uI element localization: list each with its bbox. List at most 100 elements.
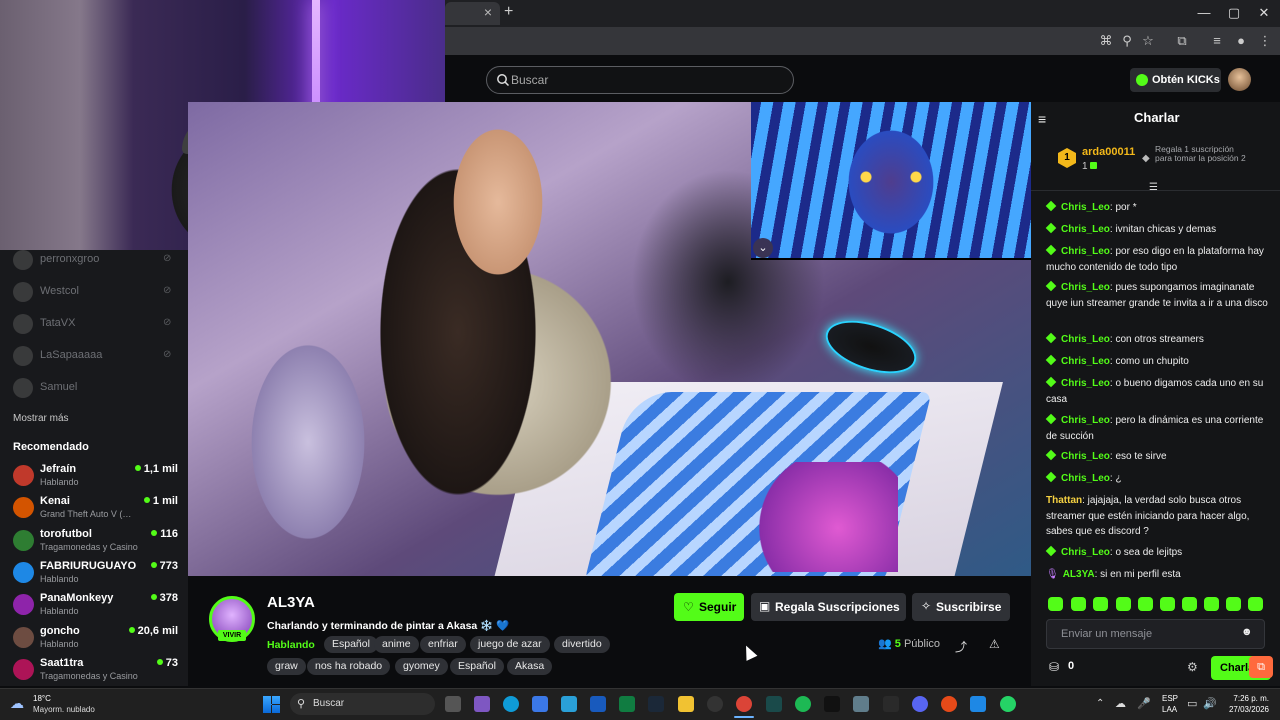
photos-icon[interactable]	[561, 696, 577, 712]
tag[interactable]: juego de azar	[470, 636, 550, 653]
emote[interactable]	[1071, 597, 1086, 611]
collapse-chat-icon[interactable]: ≡	[1038, 111, 1046, 127]
sidebar-channel[interactable]: LaSapaaaaa ⊘	[13, 346, 183, 366]
tiktok-icon[interactable]	[824, 696, 840, 712]
recommended-item[interactable]: Saat1tra Tragamonedas y Casino 73	[13, 657, 178, 687]
zoom-icon[interactable]: ⚲	[1119, 33, 1135, 49]
browser-tab-bar	[445, 0, 1280, 27]
weather-icon[interactable]: ☁	[10, 695, 24, 712]
recommended-item[interactable]: torofutbol Tragamonedas y Casino 116	[13, 528, 178, 558]
video-player[interactable]: ⌄	[188, 102, 1031, 576]
show-more-link[interactable]: Mostrar más	[13, 413, 69, 424]
emote[interactable]	[1160, 597, 1175, 611]
spotify-icon[interactable]	[795, 696, 811, 712]
tray-overflow-icon[interactable]: ⌃	[1096, 698, 1104, 709]
recommended-item[interactable]: goncho Hablando 20,6 mil	[13, 625, 178, 655]
task-view-icon[interactable]	[445, 696, 461, 712]
settings-app-icon[interactable]	[853, 696, 869, 712]
gear-icon[interactable]: ⚙	[1187, 660, 1198, 674]
pinned-toggle-icon[interactable]: ☰	[1149, 182, 1158, 193]
profile-avatar-icon[interactable]: ●	[1233, 33, 1249, 49]
stream-category[interactable]: Hablando	[267, 639, 315, 651]
emote[interactable]	[1226, 597, 1241, 611]
tab-close-icon[interactable]: ×	[481, 4, 495, 20]
steam-icon[interactable]	[648, 696, 664, 712]
tag[interactable]: divertido	[554, 636, 610, 653]
users-icon: 👥	[878, 638, 892, 650]
user-avatar[interactable]	[1228, 68, 1251, 91]
microphone-icon[interactable]: 🎤	[1137, 697, 1151, 710]
tag[interactable]: Español	[324, 636, 378, 653]
search-input[interactable]: Buscar	[511, 73, 548, 87]
sidebar-channel[interactable]: Samuel	[13, 378, 183, 398]
chat-message: Thattan: jajajaja, la verdad solo busca …	[1046, 495, 1250, 537]
extensions-icon[interactable]: ⧉	[1174, 33, 1190, 49]
tag[interactable]: anime	[374, 636, 419, 653]
taskbar-search[interactable]	[290, 693, 435, 715]
word-icon[interactable]	[590, 696, 606, 712]
excel-icon[interactable]	[619, 696, 635, 712]
maximize-icon[interactable]: ▢	[1224, 5, 1244, 21]
tag[interactable]: gyomey	[395, 658, 448, 675]
emote[interactable]	[1204, 597, 1219, 611]
edge-icon[interactable]	[503, 696, 519, 712]
tag[interactable]: enfriar	[420, 636, 466, 653]
translate-icon[interactable]: ⌘	[1098, 33, 1114, 49]
popout-icon[interactable]: ⧉	[1249, 656, 1273, 678]
emote[interactable]	[1182, 597, 1197, 611]
obs-icon[interactable]	[707, 696, 723, 712]
recommended-item[interactable]: PanaMonkeyy Hablando 378	[13, 592, 178, 622]
sidebar-channel[interactable]: perronxgroo ⊘	[13, 250, 183, 270]
chat-message-input[interactable]: Enviar un mensaje	[1046, 619, 1265, 649]
copilot-icon[interactable]	[474, 696, 490, 712]
epic-games-icon[interactable]	[883, 696, 899, 712]
tag[interactable]: graw	[267, 658, 306, 675]
clock-time[interactable]: 7:26 p. m.	[1233, 694, 1269, 703]
browser-menu-icon[interactable]: ⋮	[1257, 33, 1273, 49]
store-icon[interactable]	[532, 696, 548, 712]
keyboard-layout[interactable]: LAA	[1162, 705, 1177, 714]
sidebar-channel[interactable]: TataVX ⊘	[13, 314, 183, 334]
clock-date[interactable]: 27/03/2026	[1224, 705, 1269, 714]
tag[interactable]: Español	[450, 658, 504, 675]
emote[interactable]	[1048, 597, 1063, 611]
channel-category: Hablando	[40, 477, 79, 487]
emote[interactable]	[1138, 597, 1153, 611]
streamer-name[interactable]: AL3YA	[267, 594, 315, 611]
discord-icon[interactable]	[912, 696, 928, 712]
emoji-icon[interactable]: ☻	[1241, 626, 1253, 638]
emote[interactable]	[1116, 597, 1131, 611]
sidebar-channel[interactable]: Westcol ⊘	[13, 282, 183, 302]
reading-list-icon[interactable]: ≡	[1209, 33, 1225, 49]
file-explorer-icon[interactable]	[678, 696, 694, 712]
brave-icon[interactable]	[941, 696, 957, 712]
gift-subs-button[interactable]: Regala Suscripciones	[751, 593, 906, 621]
wifi-icon[interactable]: ▭	[1187, 697, 1197, 710]
gift-cta[interactable]: Regala 1 suscripción para tomar la posic…	[1155, 145, 1250, 163]
terminal-icon[interactable]	[766, 696, 782, 712]
new-tab-icon[interactable]: +	[504, 3, 513, 21]
tag[interactable]: Akasa	[507, 658, 553, 675]
chat-message: Chris_Leo: pues supongamos imaginanate q…	[1045, 280, 1268, 309]
network-app-icon[interactable]: ☁	[1115, 697, 1126, 710]
close-window-icon[interactable]: ✕	[1254, 5, 1274, 21]
volume-icon[interactable]: 🔊	[1203, 697, 1217, 710]
emote[interactable]	[1248, 597, 1263, 611]
share-icon[interactable]: ⤴	[955, 638, 967, 654]
eyes	[846, 170, 936, 184]
whatsapp-icon[interactable]	[1000, 696, 1016, 712]
top-gifter-name[interactable]: arda00011	[1082, 146, 1135, 158]
chrome-icon[interactable]	[736, 696, 752, 712]
recommended-item[interactable]: Jefraín Hablando 1,1 mil	[13, 463, 178, 493]
chat-title: Charlar	[1134, 110, 1180, 125]
security-shield-icon[interactable]	[970, 696, 986, 712]
minimize-icon[interactable]: —	[1194, 5, 1214, 20]
emote[interactable]	[1093, 597, 1108, 611]
recommended-item[interactable]: FABRIURUGUAYO Hablando 773	[13, 560, 178, 590]
chevron-down-icon[interactable]: ⌄	[753, 238, 773, 258]
recommended-item[interactable]: Kenai Grand Theft Auto V (… 1 mil	[13, 495, 178, 525]
language-code[interactable]: ESP	[1162, 694, 1178, 703]
tag[interactable]: nos ha robado	[307, 658, 391, 675]
report-icon[interactable]: ⚠	[989, 637, 1001, 651]
bookmark-star-icon[interactable]: ☆	[1140, 33, 1156, 49]
